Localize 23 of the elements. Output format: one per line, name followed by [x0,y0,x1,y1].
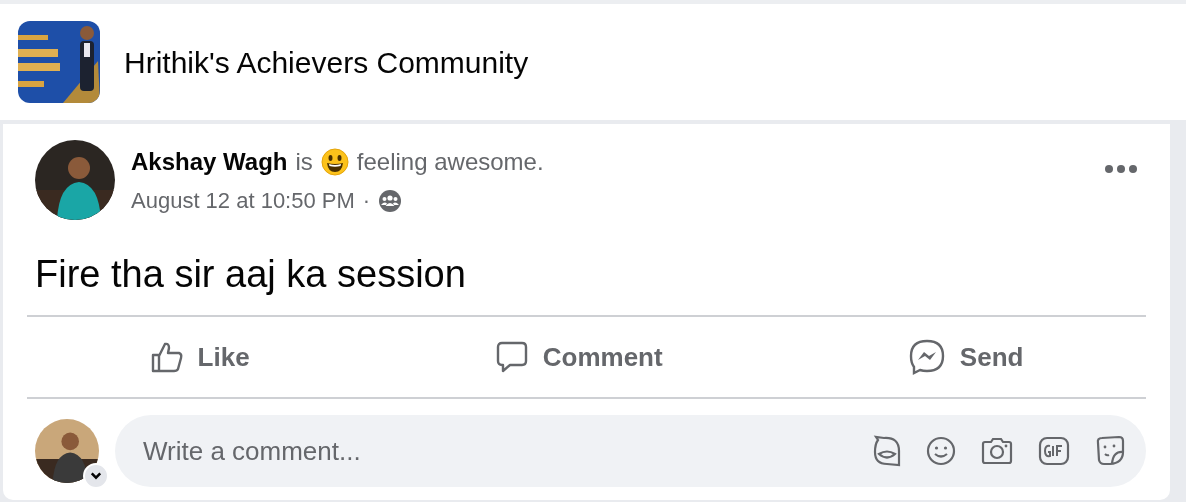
emoji-icon[interactable] [926,436,956,467]
comment-field[interactable]: Write a comment... [141,430,848,472]
smiley-icon [320,148,349,176]
post-time[interactable]: August 12 at 10:50 PM [131,184,355,217]
post-text: Fire tha sir aaj ka session [35,252,467,297]
speech-bubble-icon [494,340,529,375]
more-options-icon[interactable] [1104,164,1138,174]
sticker-icon[interactable] [1094,435,1126,468]
thumbs-up-icon [149,340,184,375]
camera-icon[interactable] [980,436,1014,467]
messenger-icon [907,338,946,377]
separator-dot: · [362,187,371,215]
avatar-sticker-icon[interactable] [872,435,902,468]
comment-button[interactable]: Comment [494,337,663,377]
like-button[interactable]: Like [149,337,250,377]
status-verb: is [295,147,313,177]
group-icon [378,188,403,213]
send-button[interactable]: Send [907,337,1024,377]
feeling-text: feeling awesome. [356,147,544,177]
gif-icon[interactable] [1038,436,1070,467]
comment-bar[interactable]: Write a comment... [115,415,1146,488]
group-title[interactable]: Hrithik's Achievers Community [124,39,529,85]
author-name[interactable]: Akshay Wagh [131,144,288,180]
